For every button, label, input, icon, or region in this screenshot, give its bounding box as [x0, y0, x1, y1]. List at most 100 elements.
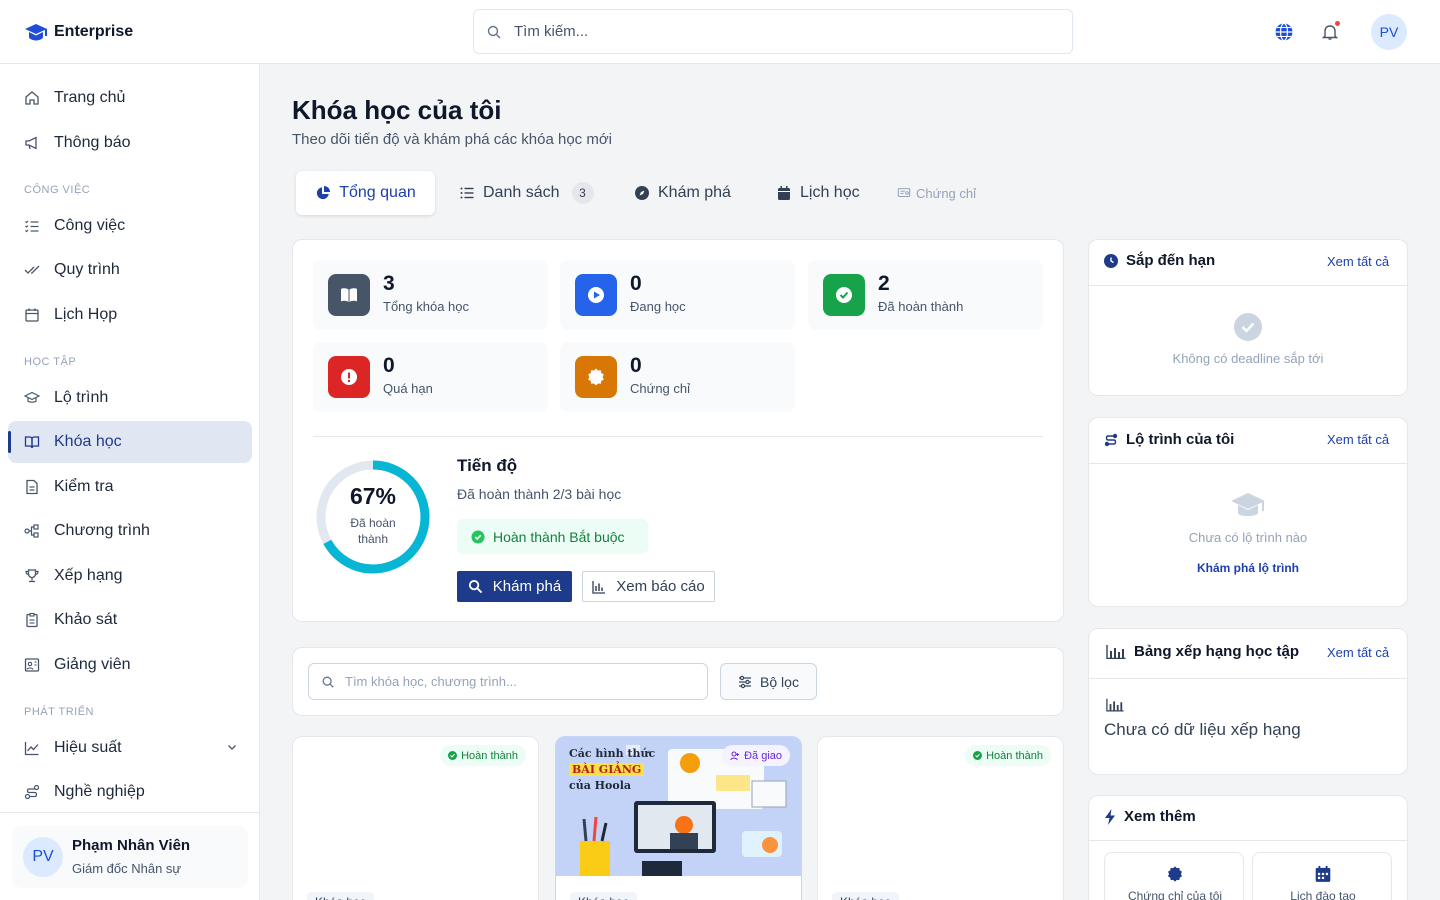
top-bar: Enterprise PV — [0, 0, 1440, 64]
sidebar-item-home[interactable]: Trang chủ — [8, 77, 252, 119]
divider — [1089, 463, 1407, 464]
sidebar-item-career[interactable]: Nghề nghiệp — [8, 771, 252, 813]
bar-chart-icon — [1106, 644, 1126, 659]
panel-title: Bảng xếp hạng học tập — [1106, 643, 1299, 660]
course-card[interactable]: Các hình thức BÀI GIẢNG của Hoola Đã gia… — [555, 736, 802, 900]
sidebar-item-tests[interactable]: Kiểm tra — [8, 466, 252, 508]
compass-icon — [635, 186, 649, 200]
stat-total-courses[interactable]: 3 Tổng khóa học — [313, 260, 548, 330]
user-avatar[interactable]: PV — [1371, 14, 1407, 50]
my-certificates-tile[interactable]: Chứng chỉ của tôi — [1104, 852, 1244, 900]
sidebar-item-instructors[interactable]: Giảng viên — [8, 644, 252, 686]
global-search[interactable] — [473, 9, 1073, 54]
stat-value: 0 — [383, 354, 395, 377]
course-search-input[interactable] — [345, 674, 695, 689]
sidebar-item-notifications[interactable]: Thông báo — [8, 122, 252, 164]
search-input[interactable] — [514, 23, 1014, 40]
user-role: Giám đốc Nhân sự — [72, 861, 182, 876]
stat-certificates[interactable]: 0 Chứng chỉ — [560, 342, 795, 412]
stat-icon-box — [328, 356, 370, 398]
task-list-icon — [25, 220, 39, 233]
tab-certificates[interactable]: Chứng chỉ — [897, 171, 976, 215]
stat-in-progress[interactable]: 0 Đang học — [560, 260, 795, 330]
sidebar-item-ranking[interactable]: Xếp hạng — [8, 555, 252, 597]
tab-overview[interactable]: Tổng quan — [296, 171, 435, 215]
sidebar-item-label: Giảng viên — [54, 656, 131, 673]
tab-schedule[interactable]: Lịch học — [776, 171, 860, 215]
stat-overdue[interactable]: 0 Quá hạn — [313, 342, 548, 412]
panel-title: Lộ trình của tôi — [1104, 431, 1234, 448]
explore-button[interactable]: Khám phá — [457, 571, 572, 602]
sidebar-item-label: Chương trình — [54, 522, 150, 539]
route-icon — [1104, 433, 1118, 446]
view-all-deadlines-link[interactable]: Xem tất cả — [1327, 254, 1389, 269]
globe-icon — [1275, 22, 1293, 42]
sidebar-item-performance[interactable]: Hiệu suất — [8, 727, 252, 769]
explore-paths-link[interactable]: Khám phá lộ trình — [1088, 561, 1408, 575]
tab-explore[interactable]: Khám phá — [634, 171, 731, 215]
sidebar-item-tasks[interactable]: Công việc — [8, 205, 252, 247]
empty-state-text: Chưa có lộ trình nào — [1188, 530, 1308, 545]
bar-chart-icon — [1106, 698, 1124, 712]
sidebar-user-card[interactable]: PV Phạm Nhân Viên Giám đốc Nhân sự — [12, 826, 248, 888]
view-report-button[interactable]: Xem báo cáo — [582, 571, 715, 602]
sidebar-item-surveys[interactable]: Khảo sát — [8, 599, 252, 641]
divider — [1089, 285, 1407, 286]
check-circle-icon — [836, 287, 852, 303]
tile-icon-wrap — [1253, 865, 1393, 883]
training-schedule-tile[interactable]: Lịch đào tạo — [1252, 852, 1392, 900]
language-button[interactable] — [1272, 20, 1296, 44]
sidebar-item-label: Trang chủ — [54, 89, 126, 106]
sidebar: Trang chủ Thông báo CÔNG VIỆC Công việc … — [0, 64, 260, 900]
status-badge: Hoàn thành Bắt buộc — [457, 519, 648, 554]
stat-value: 0 — [630, 272, 642, 295]
graduation-cap-outline-icon — [24, 391, 40, 403]
tile-label: Lịch đào tạo — [1290, 889, 1356, 900]
badge-icon — [588, 368, 604, 386]
progress-ring-caption: Đã hoàn thành — [350, 516, 396, 546]
chevron-down-icon[interactable] — [226, 741, 238, 753]
list-icon — [460, 187, 474, 199]
stat-icon-box — [328, 274, 370, 316]
stat-completed[interactable]: 2 Đã hoàn thành — [808, 260, 1043, 330]
view-all-paths-link[interactable]: Xem tất cả — [1327, 432, 1389, 447]
sidebar-item-paths[interactable]: Lộ trình — [8, 377, 252, 419]
panel-title: Xem thêm — [1104, 808, 1196, 825]
view-all-ranking-link[interactable]: Xem tất cả — [1327, 645, 1389, 660]
clipboard-icon — [26, 612, 38, 628]
course-search[interactable] — [308, 663, 708, 700]
sidebar-item-label: Hiệu suất — [54, 739, 122, 756]
sidebar-divider — [0, 812, 260, 813]
notifications-button[interactable] — [1318, 20, 1342, 44]
page-subtitle: Theo dõi tiến độ và khám phá các khóa họ… — [292, 131, 613, 148]
tab-list[interactable]: Danh sách 3 — [459, 171, 594, 215]
sidebar-item-workflow[interactable]: Quy trình — [8, 249, 252, 291]
sidebar-item-label: Lộ trình — [54, 389, 109, 406]
panel-title-text: Bảng xếp hạng học tập — [1134, 643, 1300, 660]
stat-value: 0 — [630, 354, 642, 377]
status-badge: Hoàn thành — [440, 745, 526, 766]
sidebar-item-programs[interactable]: Chương trình — [8, 510, 252, 552]
course-card[interactable]: Hoàn thành Khóa học — [817, 736, 1064, 900]
brand-name: Enterprise — [54, 23, 134, 40]
button-label: Xem báo cáo — [616, 578, 705, 595]
sidebar-item-meetings[interactable]: Lịch Họp — [8, 294, 252, 336]
sidebar-item-courses[interactable]: Khóa học — [8, 421, 252, 463]
check-circle-icon — [448, 751, 458, 760]
course-type-tag: Khóa học — [570, 892, 637, 900]
filter-button[interactable]: Bộ lọc — [720, 663, 817, 700]
sidebar-item-label: Lịch Họp — [54, 306, 118, 323]
check-circle-icon — [471, 530, 485, 543]
document-icon — [26, 479, 38, 495]
open-book-icon — [24, 436, 40, 449]
badge-label: Hoàn thành Bắt buộc — [493, 528, 625, 545]
graduation-cap-icon — [25, 24, 47, 41]
brand-logo[interactable]: Enterprise — [24, 20, 133, 44]
graduation-cap-icon — [1231, 493, 1265, 516]
sidebar-item-label: Kiểm tra — [54, 478, 114, 495]
course-card[interactable]: Hoàn thành Khóa học — [292, 736, 539, 900]
progress-percent: 67% — [349, 483, 397, 509]
calendar-icon — [25, 308, 39, 322]
lightning-icon — [1105, 808, 1115, 825]
book-icon — [341, 288, 357, 302]
